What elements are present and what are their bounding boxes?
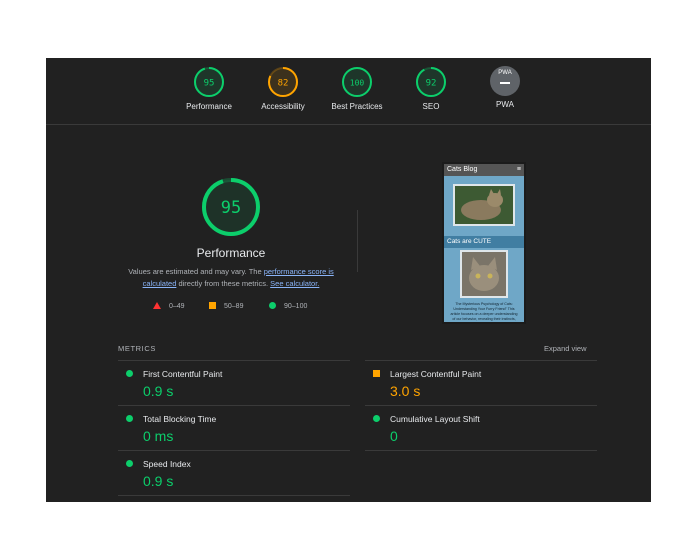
pass-circle-icon xyxy=(126,460,133,467)
desc-text: directly from these metrics. xyxy=(176,279,271,288)
performance-gauge-ring: 95 xyxy=(194,67,224,97)
gauge-score: 92 xyxy=(426,79,437,89)
metric-value: 0.9 s xyxy=(143,383,174,399)
performance-title: Performance xyxy=(196,246,266,260)
performance-description: Values are estimated and may vary. The p… xyxy=(126,266,336,290)
see-calculator-link[interactable]: See calculator. xyxy=(270,279,319,288)
lighthouse-report-panel: 95 Performance 82 Accessibility 100 Best… xyxy=(46,58,651,502)
hamburger-menu-icon: ≡ xyxy=(516,166,521,173)
metric-label: Total Blocking Time xyxy=(143,414,217,424)
article-snippet: The Mysterious Psychology of Cats: Under… xyxy=(450,302,518,324)
circle-icon xyxy=(269,302,276,309)
legend-average: 50–89 xyxy=(209,302,243,310)
desc-text: Values are estimated and may vary. The xyxy=(128,267,264,276)
scores-summary-bar: 95 Performance 82 Accessibility 100 Best… xyxy=(46,58,651,125)
gauge-label: Best Practices xyxy=(331,102,383,111)
phone-header: Cats Blog ≡ xyxy=(444,164,524,176)
legend-fail-range: 0–49 xyxy=(169,303,185,310)
gauge-score: 82 xyxy=(278,79,289,89)
accessibility-gauge-ring: 82 xyxy=(268,67,298,97)
expand-view-toggle[interactable]: Expand view xyxy=(544,344,587,353)
gauge-label: SEO xyxy=(422,102,440,111)
metrics-heading: METRICS xyxy=(118,344,156,353)
cat-portrait-image xyxy=(460,250,508,298)
metric-first-contentful-paint: First Contentful Paint 0.9 s xyxy=(118,360,350,405)
vertical-divider xyxy=(357,210,358,272)
gauge-score: 100 xyxy=(350,79,365,88)
metric-value: 0 ms xyxy=(143,428,174,444)
gauge-pwa[interactable]: PWA PWA xyxy=(465,66,545,109)
pwa-badge-icon: PWA xyxy=(490,66,520,96)
legend-pass: 90–100 xyxy=(269,302,307,310)
metric-largest-contentful-paint: Largest Contentful Paint 3.0 s xyxy=(365,360,597,405)
blog-subtitle: Cats are CUTE xyxy=(444,236,524,248)
legend-fail: 0–49 xyxy=(153,302,185,310)
metric-label: First Contentful Paint xyxy=(143,369,223,379)
gauge-label: PWA xyxy=(496,100,514,109)
average-square-icon xyxy=(373,370,380,377)
gauge-accessibility[interactable]: 82 Accessibility xyxy=(243,66,323,111)
metric-value: 0.9 s xyxy=(143,473,174,489)
metric-label: Largest Contentful Paint xyxy=(390,369,482,379)
seo-gauge-ring: 92 xyxy=(416,67,446,97)
legend-pass-range: 90–100 xyxy=(284,303,308,310)
gauge-seo[interactable]: 92 SEO xyxy=(391,66,471,111)
square-icon xyxy=(209,302,216,309)
metric-cumulative-layout-shift: Cumulative Layout Shift 0 xyxy=(365,405,597,451)
metric-total-blocking-time: Total Blocking Time 0 ms xyxy=(118,405,350,450)
gauge-score: 95 xyxy=(204,79,215,89)
legend-average-range: 50–89 xyxy=(224,303,244,310)
metric-label: Cumulative Layout Shift xyxy=(390,414,480,424)
gauge-performance[interactable]: 95 Performance xyxy=(169,66,249,111)
performance-score: 95 xyxy=(221,198,241,218)
pass-circle-icon xyxy=(126,415,133,422)
metric-label: Speed Index xyxy=(143,459,191,469)
pass-circle-icon xyxy=(373,415,380,422)
pwa-badge-text: PWA xyxy=(498,70,512,76)
metric-speed-index: Speed Index 0.9 s xyxy=(118,450,350,496)
pass-circle-icon xyxy=(126,370,133,377)
metric-value: 3.0 s xyxy=(390,383,421,399)
blog-title: Cats Blog xyxy=(447,166,478,173)
best-practices-gauge-ring: 100 xyxy=(342,67,372,97)
metric-value: 0 xyxy=(390,428,398,444)
cat-photo-image xyxy=(453,184,515,226)
performance-big-gauge: 95 xyxy=(202,178,260,236)
gauge-label: Performance xyxy=(186,102,232,111)
gauge-label: Accessibility xyxy=(261,102,305,111)
triangle-icon xyxy=(153,302,161,309)
final-screenshot-thumbnail[interactable]: Cats Blog ≡ Cats are CUTE The Mysterious… xyxy=(442,162,526,324)
pwa-dash-mark xyxy=(500,82,510,84)
gauge-best-practices[interactable]: 100 Best Practices xyxy=(317,66,397,111)
